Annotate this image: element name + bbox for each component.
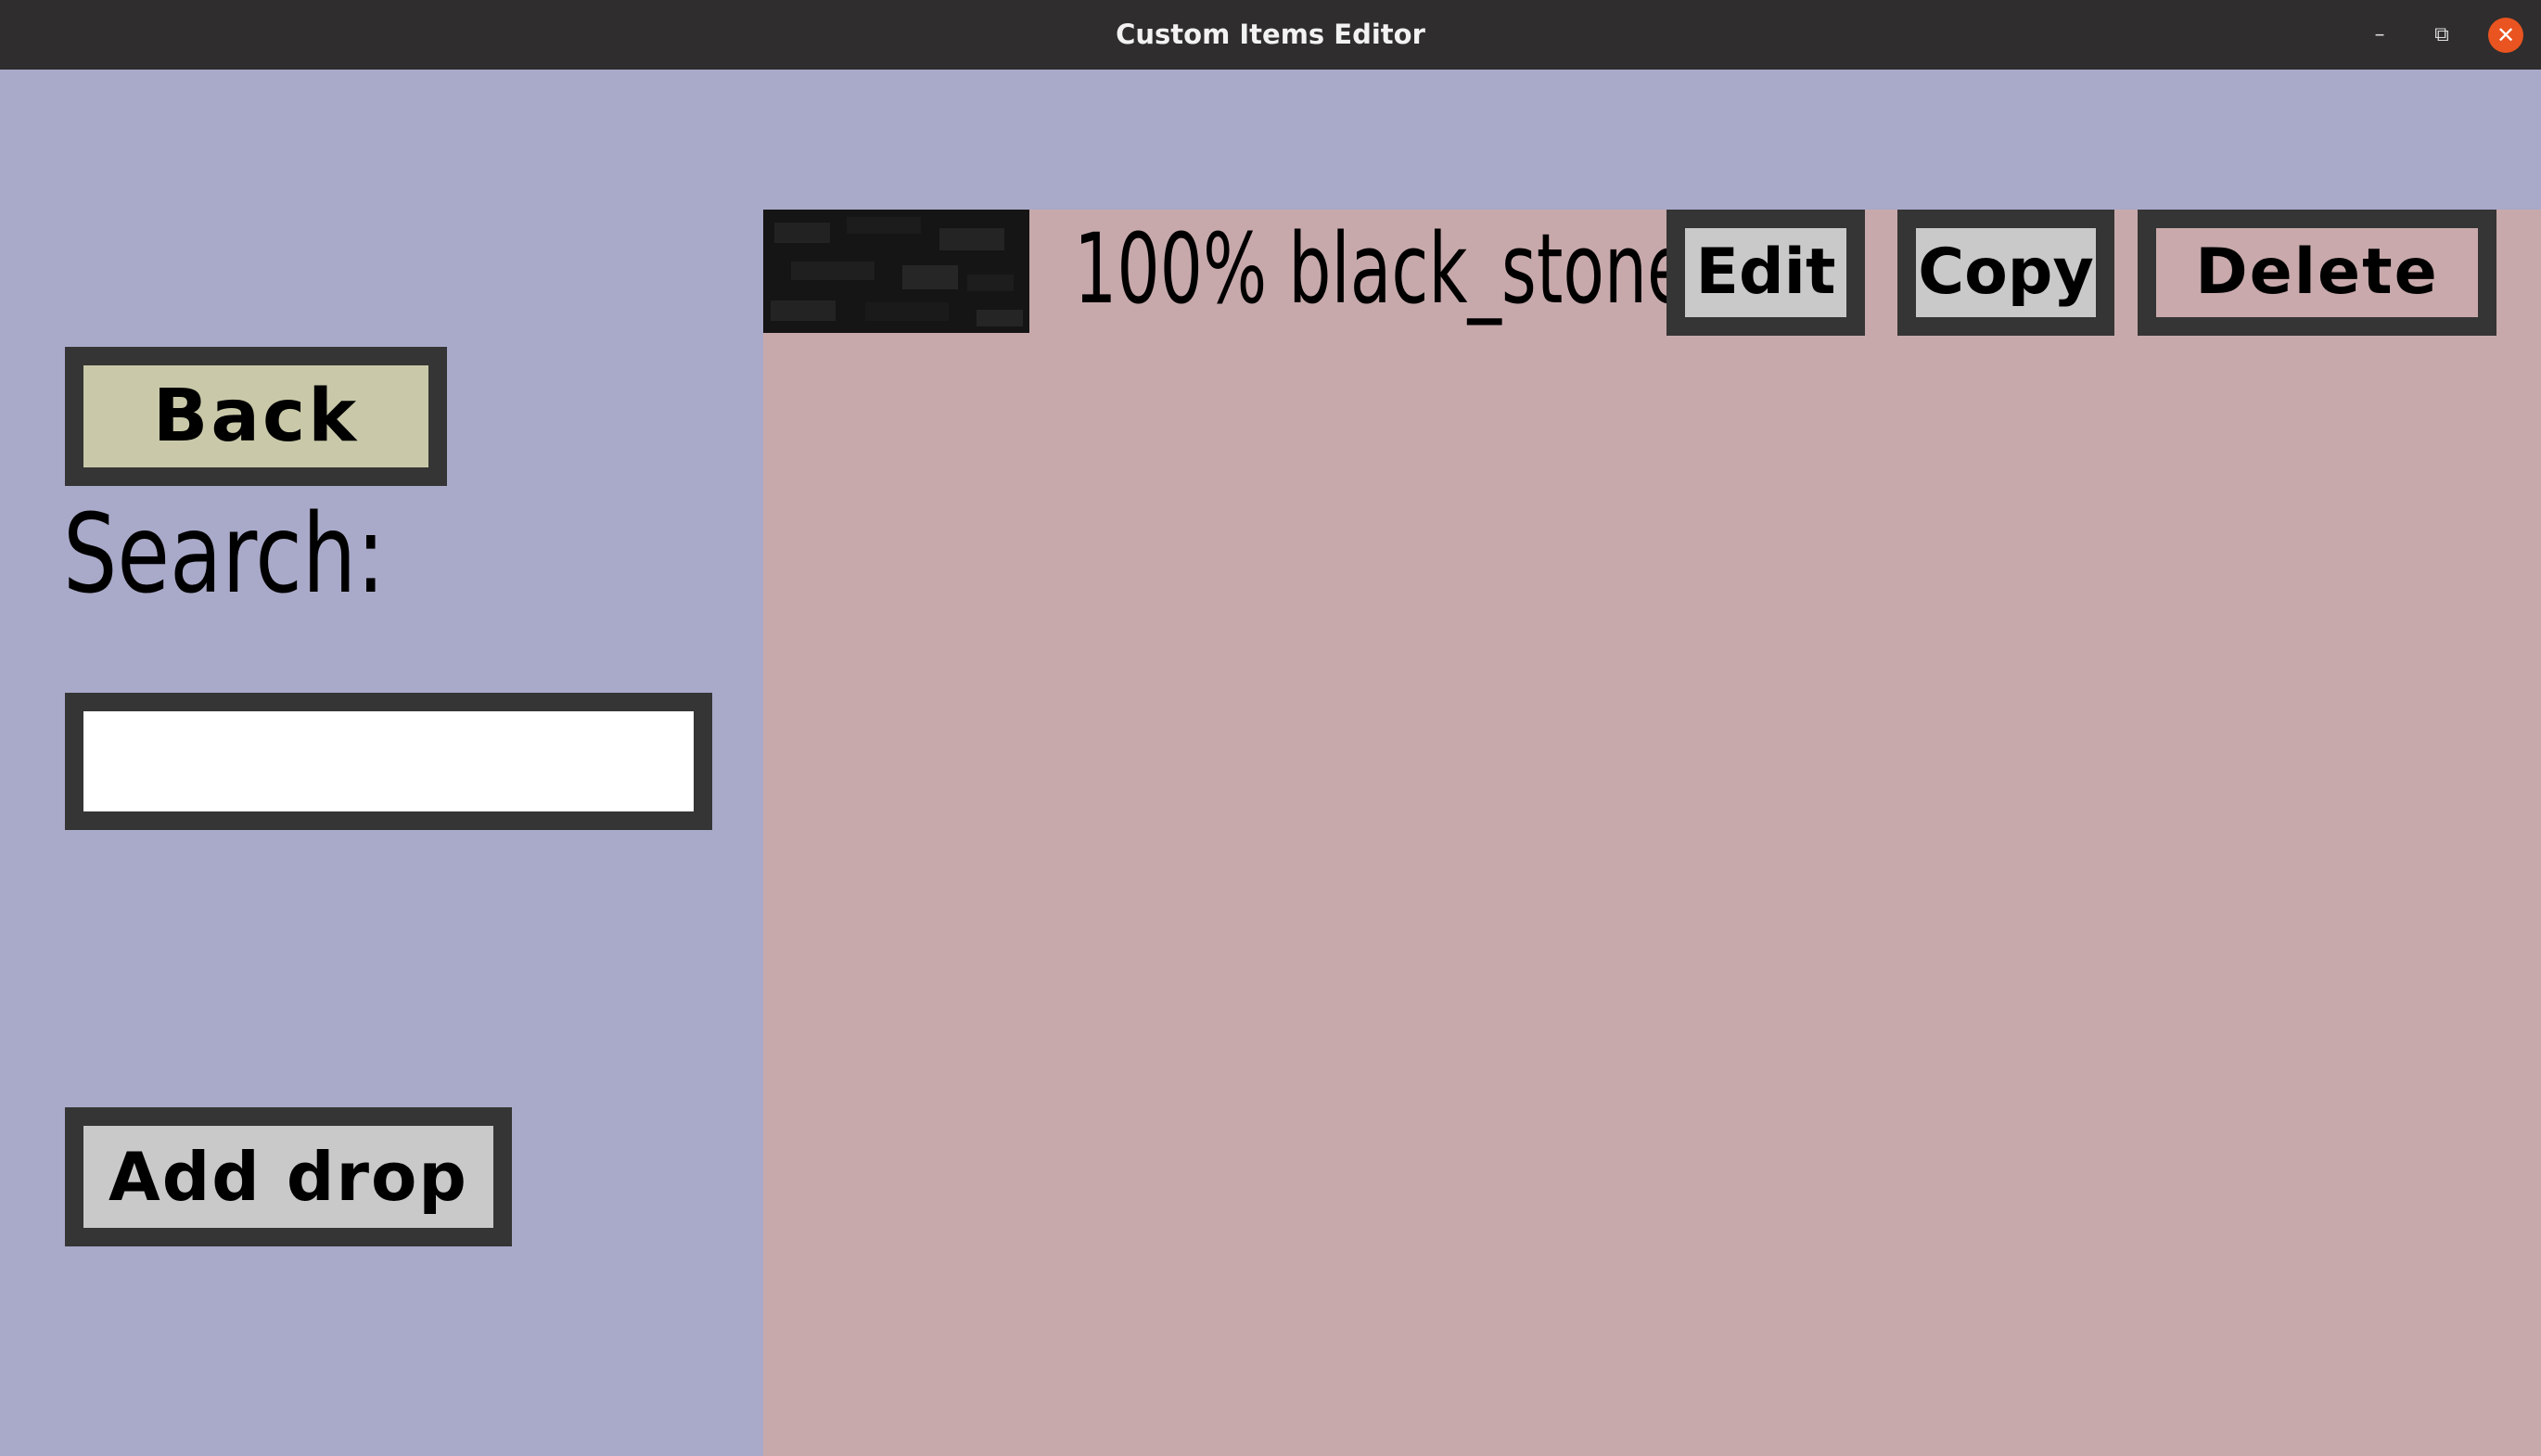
window-title: Custom Items Editor (1116, 19, 1425, 50)
maximize-icon[interactable]: ⧉ (2424, 18, 2459, 53)
edit-button[interactable]: Edit (1666, 210, 1865, 336)
delete-button[interactable]: Delete (2138, 210, 2496, 336)
close-icon[interactable]: ✕ (2488, 18, 2523, 53)
search-label: Search: (63, 490, 386, 618)
search-input[interactable] (65, 693, 712, 830)
editor-content: Back Search: Add drop 100% black_stone x… (0, 70, 2541, 1456)
back-button[interactable]: Back (65, 347, 447, 486)
app-window: Custom Items Editor – ⧉ ✕ Back Search: A… (0, 0, 2541, 1456)
minimize-icon[interactable]: – (2362, 18, 2397, 53)
copy-button[interactable]: Copy (1897, 210, 2114, 336)
black-stone-texture-icon (763, 210, 1029, 333)
title-bar[interactable]: Custom Items Editor – ⧉ ✕ (0, 0, 2541, 70)
drops-list-panel (763, 210, 2541, 1456)
add-drop-button[interactable]: Add drop (65, 1107, 512, 1246)
